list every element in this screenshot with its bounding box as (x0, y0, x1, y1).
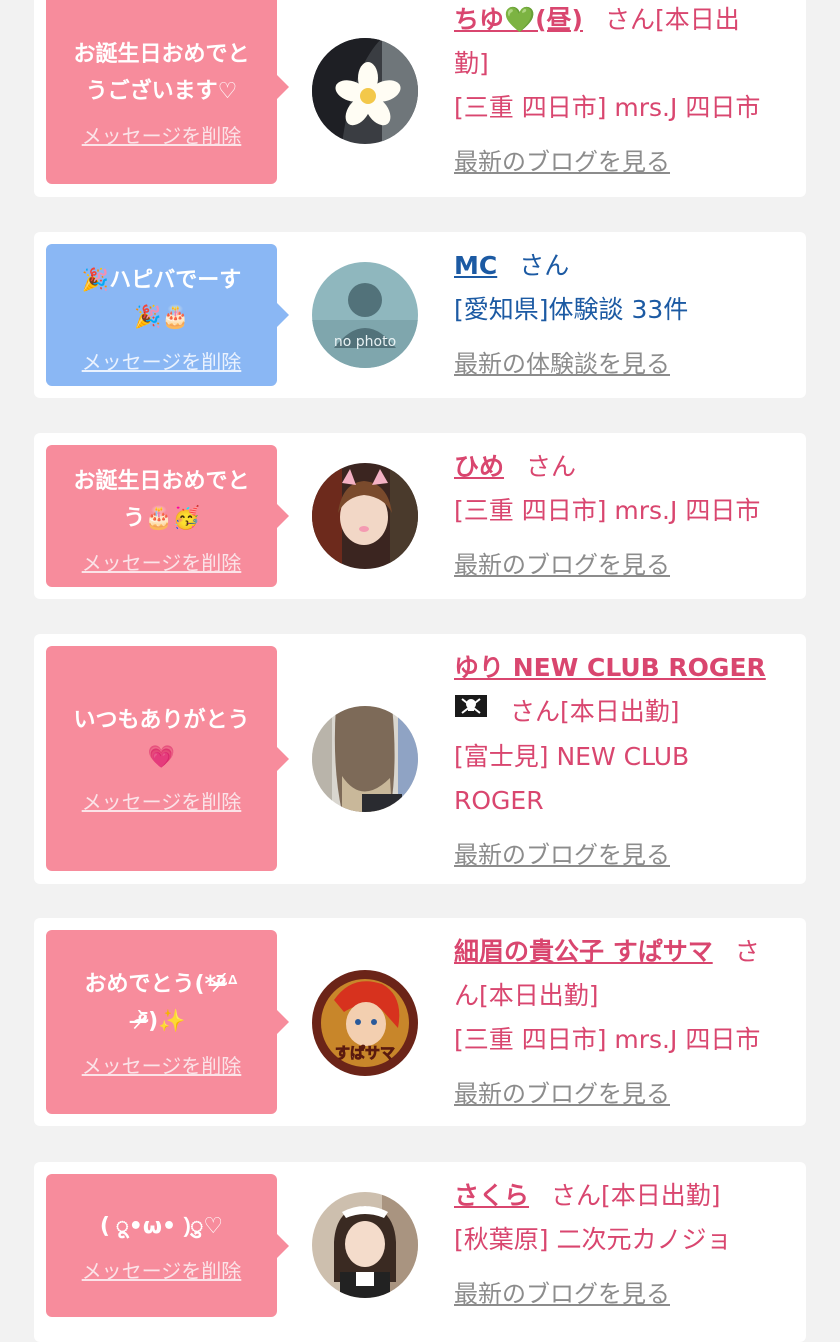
message-text: 🎉ハピバでーす 🎉🎂 (81, 267, 242, 330)
user-info: ひめ さん [三重 四日市] mrs.J 四日市 最新のブログを見る (454, 445, 794, 587)
user-info: ちゆ💚(昼) さん[本日出 勤] [三重 四日市] mrs.J 四日市 最新のブロ… (454, 0, 794, 184)
user-info: さくら さん[本日出勤] [秋葉原] 二次元カノジョ 最新のブログを見る (454, 1174, 794, 1316)
message-bubble: いつもありがとう 💗 メッセージを削除 (46, 646, 289, 871)
message-bubble: お誕生日おめでと う🎂🥳 メッセージを削除 (46, 445, 289, 587)
message-text: お誕生日おめでと うございます♡ (73, 41, 250, 104)
message-text: お誕生日おめでと う🎂🥳 (73, 468, 250, 531)
delete-message-link[interactable]: メッセージを削除 (82, 1255, 242, 1284)
message-text: おめでとう(*ᵒ̴̶̷᷄ᐞ ᵒ̴̶̷᷅)✨ (84, 971, 239, 1034)
message-card: お誕生日おめでと うございます♡ メッセージを削除 ちゆ💚(昼) さん[本日出 勤… (34, 0, 806, 197)
user-status-cont: ん[本日出勤] (454, 981, 599, 1010)
message-bubble: ( ू•ω• )ु♡ メッセージを削除 (46, 1174, 289, 1317)
message-text: いつもありがとう 💗 (73, 708, 250, 770)
latest-blog-link[interactable]: 最新のブログを見る (454, 833, 670, 877)
user-info: ゆり NEW CLUB ROGER さん[本日出勤] [富士見] NEW CLU… (454, 646, 794, 877)
hair-photo-icon (312, 706, 418, 812)
avatar[interactable] (312, 38, 418, 144)
delete-message-link[interactable]: メッセージを削除 (82, 786, 242, 815)
user-location: [三重 四日市] mrs.J 四日市 (454, 93, 761, 122)
avatar[interactable] (312, 463, 418, 569)
avatar[interactable]: すぱサマ (312, 970, 418, 1076)
user-status: さん[本日出勤] (510, 697, 680, 726)
delete-message-link[interactable]: メッセージを削除 (82, 547, 242, 576)
avatar[interactable] (312, 1192, 418, 1298)
latest-blog-link[interactable]: 最新のブログを見る (454, 140, 670, 184)
user-status: さん (526, 452, 577, 481)
user-name-link[interactable]: MC (454, 251, 497, 280)
message-bubble: おめでとう(*ᵒ̴̶̷᷄ᐞ ᵒ̴̶̷᷅)✨ メッセージを削除 (46, 930, 289, 1114)
no-photo-icon: no photo (312, 262, 418, 368)
delete-message-link[interactable]: メッセージを削除 (82, 346, 242, 375)
latest-blog-link[interactable]: 最新のブログを見る (454, 1272, 670, 1316)
latest-review-link[interactable]: 最新の体験談を見る (454, 342, 670, 386)
user-name-link[interactable]: さくら (454, 1181, 529, 1210)
user-name-link[interactable]: ちゆ💚(昼) (454, 5, 583, 34)
latest-blog-link[interactable]: 最新のブログを見る (454, 543, 670, 587)
user-location: [三重 四日市] mrs.J 四日市 (454, 1025, 761, 1054)
no-photo-label: no photo (334, 334, 396, 350)
latest-blog-link[interactable]: 最新のブログを見る (454, 1072, 670, 1116)
avatar[interactable] (312, 706, 418, 812)
user-status: さ (734, 937, 760, 966)
message-bubble: 🎉ハピバでーす 🎉🎂 メッセージを削除 (46, 244, 289, 386)
user-name-link[interactable]: ひめ (454, 452, 504, 481)
message-card: おめでとう(*ᵒ̴̶̷᷄ᐞ ᵒ̴̶̷᷅)✨ メッセージを削除 すぱサマ 細眉の貴… (34, 918, 806, 1126)
user-name-link[interactable]: ゆり NEW CLUB ROGER (454, 646, 794, 690)
message-card: 🎉ハピバでーす 🎉🎂 メッセージを削除 no photo MC さん [愛知県]体… (34, 232, 806, 398)
message-text: ( ू•ω• )ु♡ (99, 1213, 224, 1239)
user-info: 細眉の貴公子 すぱサマさ ん[本日出勤] [三重 四日市] mrs.J 四日市 … (454, 930, 794, 1116)
user-status: さん (519, 251, 570, 280)
user-location: [愛知県]体験談 33件 (454, 295, 689, 324)
avatar[interactable]: no photo (312, 262, 418, 368)
pirate-flag-icon (454, 691, 488, 735)
user-location: [富士見] NEW CLUB (454, 742, 690, 771)
user-status-cont: 勤] (454, 49, 489, 78)
delete-message-link[interactable]: メッセージを削除 (82, 1050, 242, 1079)
user-status: さん[本日出勤] (551, 1181, 721, 1210)
maid-photo-icon (312, 1192, 418, 1298)
user-location: [秋葉原] 二次元カノジョ (454, 1225, 732, 1254)
delete-message-link[interactable]: メッセージを削除 (82, 120, 242, 149)
anime-photo-icon: すぱサマ (312, 970, 418, 1076)
user-location: [三重 四日市] mrs.J 四日市 (454, 496, 761, 525)
user-location-cont: ROGER (454, 786, 544, 815)
message-card: ( ू•ω• )ु♡ メッセージを削除 さくら さん[本日出勤] [秋葉原] 二次… (34, 1162, 806, 1342)
user-name-link[interactable]: 細眉の貴公子 すぱサマ (454, 937, 713, 966)
user-info: MC さん [愛知県]体験談 33件 最新の体験談を見る (454, 244, 794, 386)
message-bubble: お誕生日おめでと うございます♡ メッセージを削除 (46, 0, 289, 184)
flower-photo-icon (312, 38, 418, 144)
message-card: いつもありがとう 💗 メッセージを削除 ゆり NEW CLUB ROGER さん… (34, 634, 806, 884)
avatar-overlay-text: すぱサマ (335, 1044, 395, 1062)
message-card: お誕生日おめでと う🎂🥳 メッセージを削除 ひめ さん [三重 四日市] mrs.… (34, 433, 806, 599)
girl-photo-icon (312, 463, 418, 569)
user-status: さん[本日出 (604, 5, 740, 34)
